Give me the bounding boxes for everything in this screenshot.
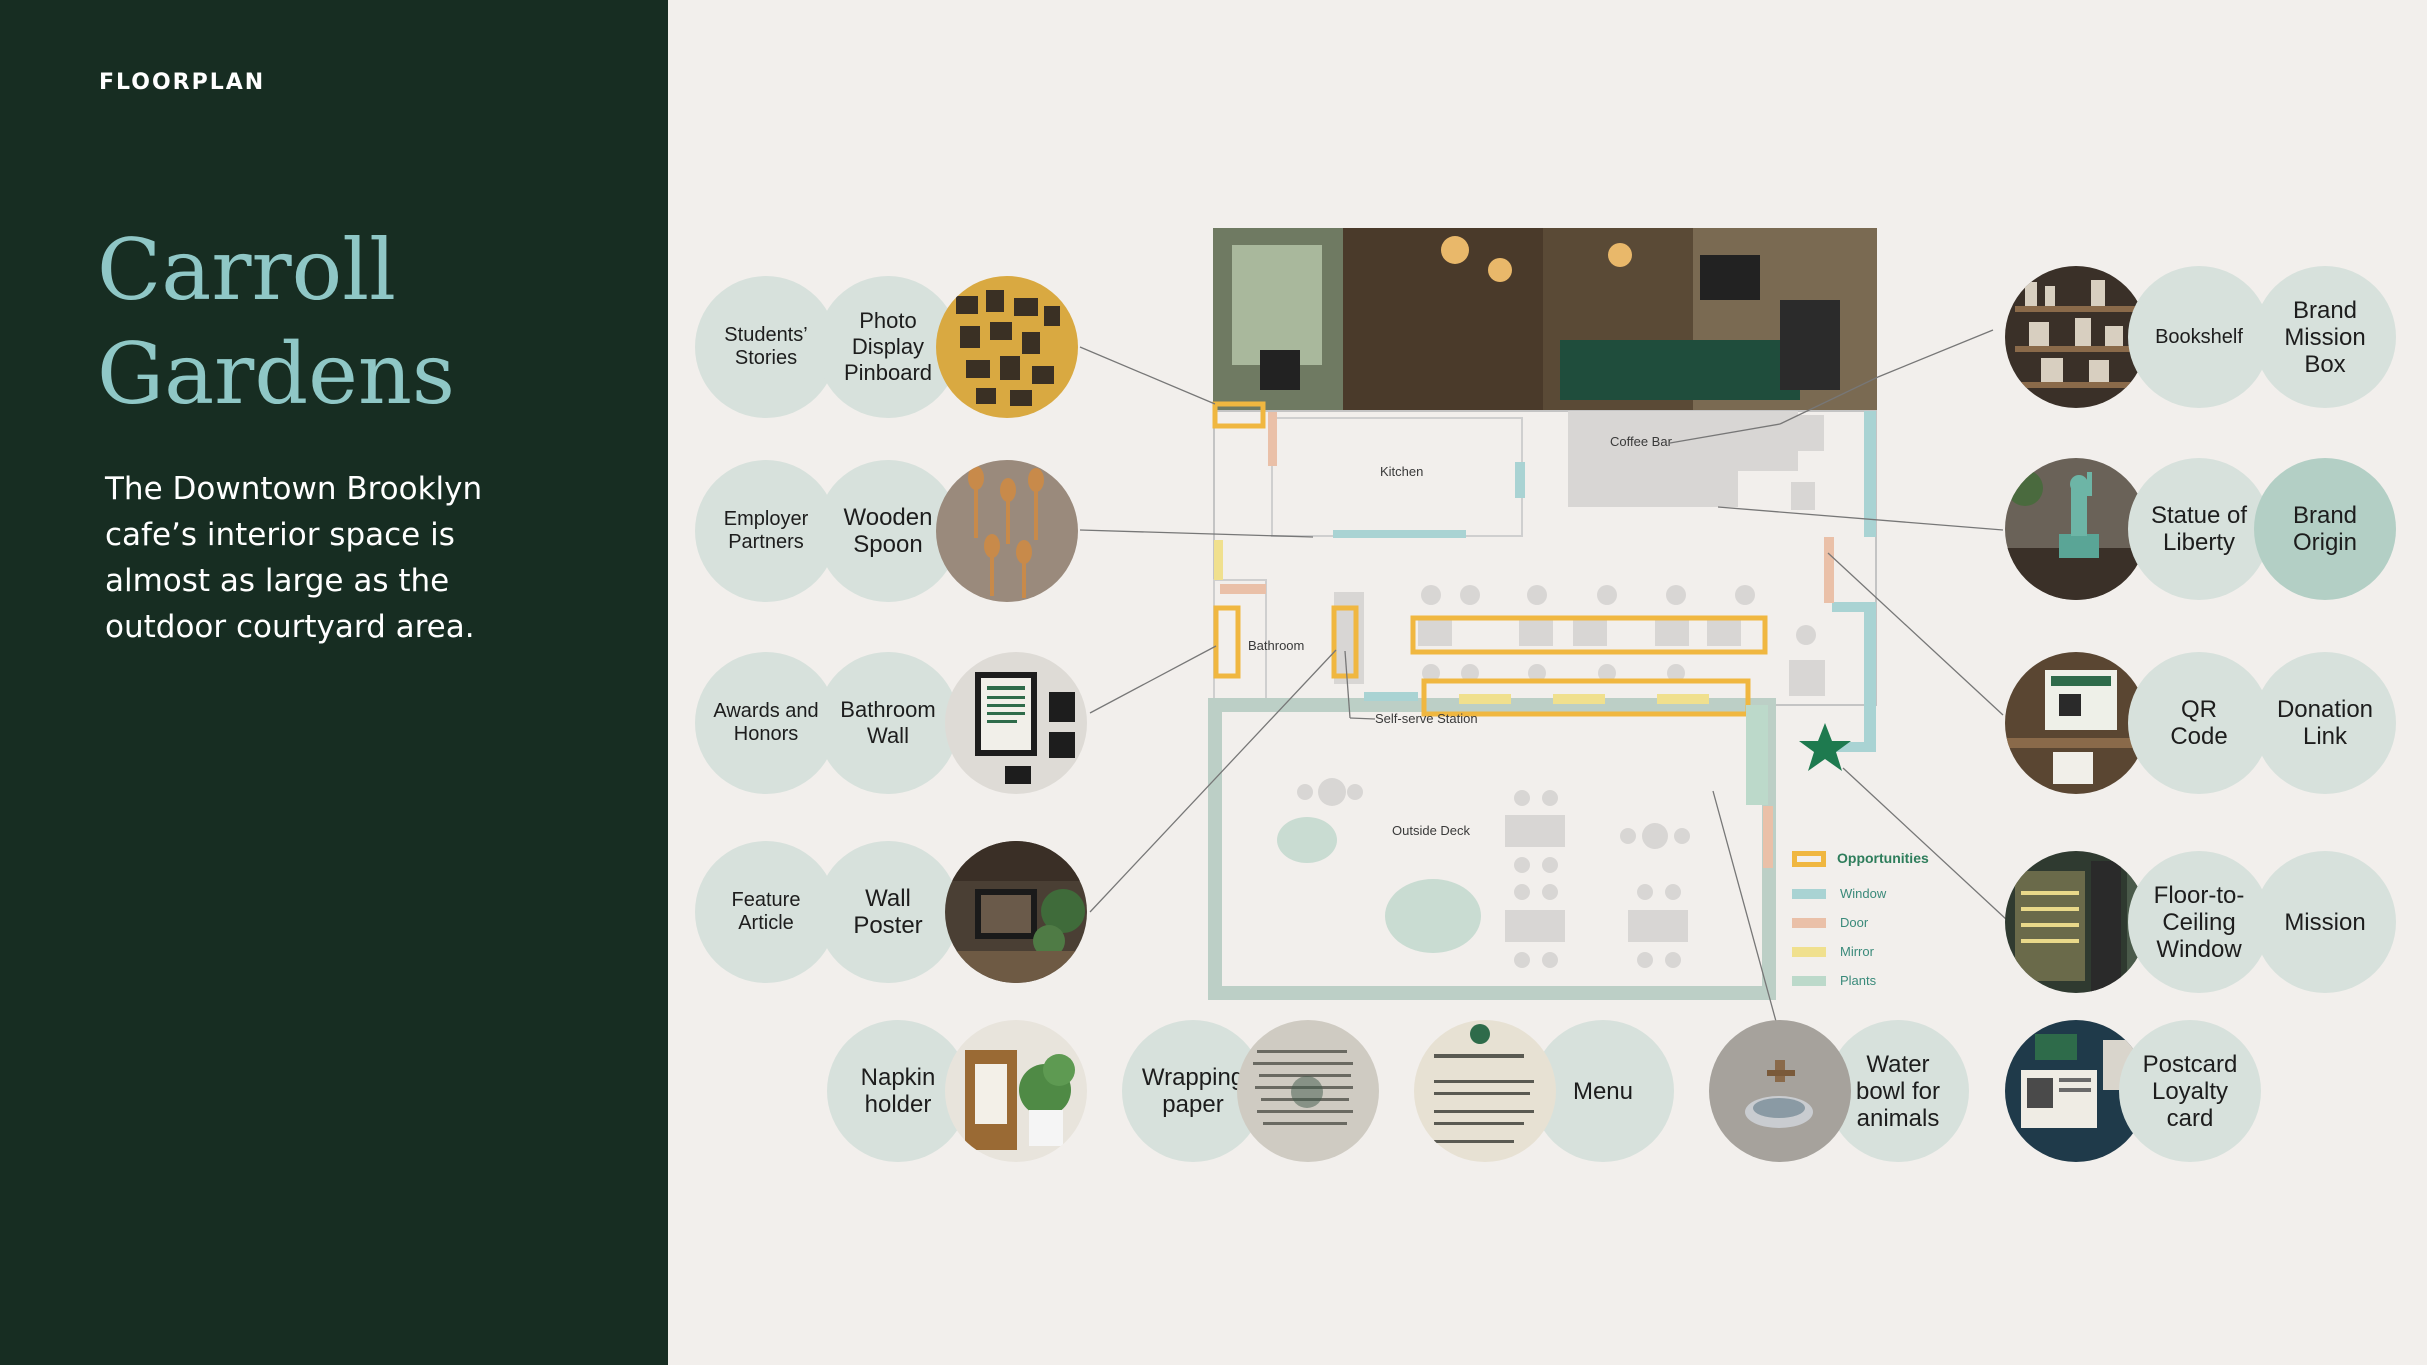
wall-poster-photo (945, 841, 1087, 983)
interior-tables (1418, 585, 1825, 736)
legend-item-mirror: Mirror (1792, 944, 1874, 959)
item-bookshelf: Bookshelf (2128, 266, 2270, 408)
page-description: The Downtown Brooklyn cafe’s interior sp… (105, 471, 483, 645)
kitchen-label: Kitchen (1380, 464, 1424, 479)
bookshelf-photo (2005, 266, 2147, 408)
legend-item-window: Window (1792, 886, 1886, 901)
legend-item-plants: Plants (1792, 973, 1876, 988)
water-bowl-photo (1709, 1020, 1851, 1162)
category-mission: Mission (2254, 851, 2396, 993)
outside-deck (1208, 698, 1776, 1000)
pinboard-photo (936, 276, 1078, 418)
item-statue-of-liberty: Statue of Liberty (2128, 458, 2270, 600)
category-employer-partners: Employer Partners (695, 460, 837, 602)
item-postcard-loyalty-card: Postcard Loyalty card (2119, 1020, 2261, 1162)
sidebar: FLOORPLAN Carroll Gardens The Downtown B… (0, 0, 668, 1365)
item-qr-code: QR Code (2128, 652, 2270, 794)
bar-side (1738, 411, 1798, 471)
item-floor-to-ceiling-window: Floor-to- Ceiling Window (2128, 851, 2270, 993)
legend-opportunity-swatch (1792, 851, 1826, 867)
item-wall-poster: Wall Poster (817, 841, 959, 983)
category-students-stories: Students’ Stories (695, 276, 837, 418)
mirror-markers (1214, 540, 1709, 704)
plant-markers (1746, 705, 1768, 805)
window-markers (1333, 411, 1876, 752)
title-line-1: Carroll (97, 221, 396, 319)
legend-item-door: Door (1792, 915, 1868, 930)
menu-photo (1414, 1020, 1556, 1162)
panorama-photo (1213, 228, 1877, 411)
star-marker (1799, 723, 1851, 771)
deck-tables (1277, 778, 1690, 968)
bathroom-label: Bathroom (1248, 638, 1305, 653)
category-brand-mission-box: Brand Mission Box (2254, 266, 2396, 408)
page-title: Carroll Gardens (97, 218, 455, 426)
bathroom-wall-photo (945, 652, 1087, 794)
category-awards-and-honors: Awards and Honors (695, 652, 837, 794)
wrapping-photo (1237, 1020, 1379, 1162)
category-brand-origin: Brand Origin (2254, 458, 2396, 600)
statue-photo (2005, 458, 2147, 600)
category-donation-link: Donation Link (2254, 652, 2396, 794)
qr-photo (2005, 652, 2147, 794)
title-line-2: Gardens (97, 325, 456, 423)
legend-title: Opportunities (1837, 850, 1929, 866)
item-bathroom-wall: Bathroom Wall (817, 652, 959, 794)
outside-deck-label: Outside Deck (1392, 823, 1471, 838)
window-photo (2005, 851, 2147, 993)
interior-floor (1213, 410, 1877, 706)
door-markers (1220, 412, 1834, 868)
bar-counter (1568, 411, 1738, 507)
self-serve-label: Self-serve Station (1375, 711, 1478, 726)
coffee-bar-label: Coffee Bar (1610, 434, 1672, 449)
napkin-photo (945, 1020, 1087, 1162)
category-feature-article: Feature Article (695, 841, 837, 983)
spoons-photo (936, 460, 1078, 602)
opportunity-markers (1212, 401, 1768, 717)
section-eyebrow: FLOORPLAN (99, 70, 266, 95)
